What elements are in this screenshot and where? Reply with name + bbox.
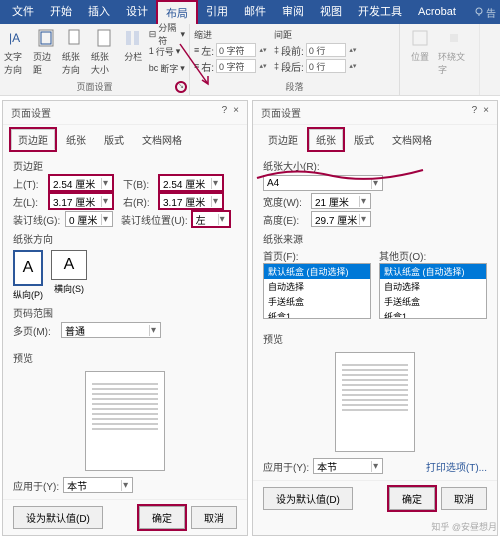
svg-text:|A: |A — [9, 31, 20, 45]
orientation-button[interactable]: 纸张方向 — [62, 26, 89, 76]
position-button[interactable]: 位置 — [404, 26, 436, 76]
gutter-pos-select[interactable]: 左▾ — [192, 211, 230, 227]
space-after-input[interactable]: 0 行 — [306, 59, 346, 73]
landscape-option[interactable]: A — [51, 250, 87, 280]
margin-left-input[interactable]: 3.17 厘米▾ — [49, 193, 113, 209]
preview-label: 预览 — [13, 350, 237, 365]
other-pages-tray-list[interactable]: 默认纸盒 (自动选择) 自动选择 手送纸盒 纸盒1 — [379, 263, 487, 319]
dialog-title: 页面设置 — [11, 105, 51, 120]
dlg-tab-grid[interactable]: 文档网格 — [135, 129, 189, 150]
paper-size-section-label: 纸张大小(R): — [263, 158, 487, 173]
page-setup-launcher[interactable]: ↘ — [175, 81, 187, 93]
dlg-tab-layout[interactable]: 版式 — [97, 129, 131, 150]
ok-button[interactable]: 确定 — [389, 487, 435, 510]
tab-acrobat[interactable]: Acrobat — [410, 0, 464, 24]
portrait-option[interactable]: A — [13, 250, 43, 286]
dialog-help-icon[interactable]: ? — [222, 105, 228, 120]
group-paragraph: 缩进 ≡左:0 字符▴▾ ≡右:0 字符▴▾ 间距 ‡段前:0 行▴▾ ‡段后:… — [190, 24, 400, 95]
margins-button[interactable]: 页边距 — [33, 26, 60, 76]
ribbon: |A 文字方向 页边距 纸张方向 纸张大小 分栏 ⊟分隔符▾ 1行号▾ — [0, 24, 500, 96]
hyphenation-button[interactable]: bc断字▾ — [149, 60, 185, 76]
margin-right-input[interactable]: 3.17 厘米▾ — [159, 193, 223, 209]
text-direction-button[interactable]: |A 文字方向 — [4, 26, 31, 76]
gutter-input[interactable]: 0 厘米▾ — [65, 211, 113, 227]
main-tabs: 文件 开始 插入 设计 布局 引用 邮件 审阅 视图 开发工具 Acrobat … — [0, 0, 500, 24]
orientation-section-label: 纸张方向 — [13, 231, 237, 246]
tab-home[interactable]: 开始 — [42, 0, 80, 24]
apply-to-select[interactable]: 本节▾ — [313, 458, 383, 474]
indent-left-input[interactable]: 0 字符 — [216, 43, 256, 57]
wrap-text-button[interactable]: 环绕文字 — [438, 26, 470, 76]
preview-pane — [335, 352, 415, 452]
columns-button[interactable]: 分栏 — [120, 26, 147, 76]
space-before-input[interactable]: 0 行 — [306, 43, 346, 57]
size-button[interactable]: 纸张大小 — [91, 26, 118, 76]
dialog-close-icon[interactable]: × — [483, 105, 489, 120]
tab-references[interactable]: 引用 — [198, 0, 236, 24]
tab-design[interactable]: 设计 — [118, 0, 156, 24]
tell-me[interactable]: 告 — [474, 5, 496, 20]
dialog-title: 页面设置 — [261, 105, 301, 120]
apply-to-select[interactable]: 本节▾ — [63, 477, 133, 493]
tab-file[interactable]: 文件 — [4, 0, 42, 24]
dlg-tab-margins[interactable]: 页边距 — [261, 129, 305, 150]
paper-source-section-label: 纸张来源 — [263, 231, 487, 246]
paper-height-input[interactable]: 29.7 厘米▾ — [311, 211, 371, 227]
preview-pane — [85, 371, 165, 471]
indent-right-input[interactable]: 0 字符 — [216, 59, 256, 73]
margin-bottom-input[interactable]: 2.54 厘米▾ — [159, 175, 223, 191]
first-page-tray-list[interactable]: 默认纸盒 (自动选择) 自动选择 手送纸盒 纸盒1 — [263, 263, 371, 319]
dlg-tab-paper[interactable]: 纸张 — [59, 129, 93, 150]
dlg-tab-grid[interactable]: 文档网格 — [385, 129, 439, 150]
group-label-page: 页面设置 — [4, 80, 185, 93]
group-page-setup: |A 文字方向 页边距 纸张方向 纸张大小 分栏 ⊟分隔符▾ 1行号▾ — [0, 24, 190, 95]
margin-top-input[interactable]: 2.54 厘米▾ — [49, 175, 113, 191]
dlg-tab-margins[interactable]: 页边距 — [11, 129, 55, 150]
dialog-close-icon[interactable]: × — [233, 105, 239, 120]
range-section-label: 页码范围 — [13, 305, 237, 320]
tab-review[interactable]: 审阅 — [274, 0, 312, 24]
tab-mailings[interactable]: 邮件 — [236, 0, 274, 24]
multipage-select[interactable]: 普通▾ — [61, 322, 161, 338]
line-numbers-button[interactable]: 1行号▾ — [149, 43, 185, 59]
breaks-button[interactable]: ⊟分隔符▾ — [149, 26, 185, 42]
group-arrange: 位置 环绕文字 — [400, 24, 480, 95]
paper-width-input[interactable]: 21 厘米▾ — [311, 193, 371, 209]
dlg-tab-paper[interactable]: 纸张 — [309, 129, 343, 150]
tab-developer[interactable]: 开发工具 — [350, 0, 410, 24]
paper-size-select[interactable]: A4▾ — [263, 175, 383, 191]
bulb-icon — [474, 7, 484, 17]
dialog-help-icon[interactable]: ? — [472, 105, 478, 120]
preview-label: 预览 — [263, 331, 487, 346]
tab-insert[interactable]: 插入 — [80, 0, 118, 24]
page-setup-dialog-margins: 页面设置?× 页边距 纸张 版式 文档网格 页边距 上(T): 2.54 厘米▾… — [2, 100, 248, 536]
watermark: 知乎 @安昼想月 — [431, 520, 497, 533]
print-options-link[interactable]: 打印选项(T)... — [426, 459, 487, 474]
dialogs-row: 页面设置?× 页边距 纸张 版式 文档网格 页边距 上(T): 2.54 厘米▾… — [0, 96, 500, 540]
page-setup-dialog-paper: 页面设置?× 页边距 纸张 版式 文档网格 纸张大小(R): A4▾ 宽度(W)… — [252, 100, 498, 536]
group-label-paragraph: 段落 — [194, 80, 395, 93]
margins-section-label: 页边距 — [13, 158, 237, 173]
set-default-button[interactable]: 设为默认值(D) — [263, 487, 353, 510]
tab-view[interactable]: 视图 — [312, 0, 350, 24]
cancel-button[interactable]: 取消 — [441, 487, 487, 510]
dlg-tab-layout[interactable]: 版式 — [347, 129, 381, 150]
